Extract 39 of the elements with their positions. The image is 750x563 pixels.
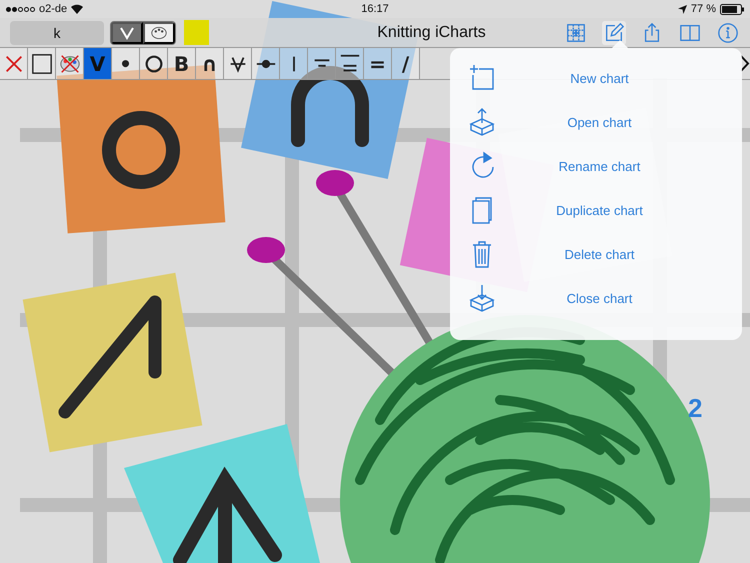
info-icon[interactable]: [716, 20, 740, 44]
empty-square-icon[interactable]: [28, 48, 56, 79]
crossed-v-icon[interactable]: [224, 48, 252, 79]
box-down-arrow-icon: [467, 283, 497, 313]
ring-icon[interactable]: [140, 48, 168, 79]
box-up-arrow-icon: [467, 107, 497, 137]
app-title: Knitting iCharts: [376, 24, 487, 42]
cross-icon[interactable]: [0, 48, 28, 79]
battery-icon: [720, 4, 744, 14]
edit-icon[interactable]: [602, 20, 626, 44]
color-swatch[interactable]: [184, 20, 209, 45]
stitch-symbol[interactable]: /: [392, 48, 420, 79]
menu-item[interactable]: Open chart: [450, 100, 742, 144]
menu-item[interactable]: Duplicate chart: [450, 188, 742, 232]
menu-item[interactable]: New chart: [450, 56, 742, 100]
stitch-symbol[interactable]: ∩: [196, 48, 224, 79]
stitch-symbol[interactable]: =: [364, 48, 392, 79]
wifi-icon: [71, 4, 84, 14]
menu-item[interactable]: Rename chart: [450, 144, 742, 188]
palette-icon: [151, 24, 167, 40]
menu-item[interactable]: Close chart: [450, 276, 742, 320]
stitch-symbol[interactable]: V: [84, 48, 112, 79]
lines-icon[interactable]: [336, 48, 364, 79]
color-mode-segment[interactable]: [143, 22, 175, 44]
stitch-symbol[interactable]: B: [168, 48, 196, 79]
lines-icon[interactable]: [308, 48, 336, 79]
stitch-field[interactable]: k: [10, 20, 104, 44]
battery-percentage: 77 %: [690, 3, 716, 15]
signal-icon: [6, 6, 35, 12]
crossed-palette-icon[interactable]: [56, 48, 84, 79]
vertical-bar-icon[interactable]: [280, 48, 308, 79]
location-arrow-icon: [678, 4, 687, 14]
v-icon: [119, 26, 135, 40]
menu-item[interactable]: Delete chart: [450, 232, 742, 276]
stitch-symbol[interactable]: •: [112, 48, 140, 79]
symbol-mode-segment[interactable]: [111, 22, 143, 44]
status-time: 16:17: [361, 3, 389, 15]
chart-number: 2: [688, 393, 702, 423]
carrier-name: o2-de: [39, 3, 68, 15]
